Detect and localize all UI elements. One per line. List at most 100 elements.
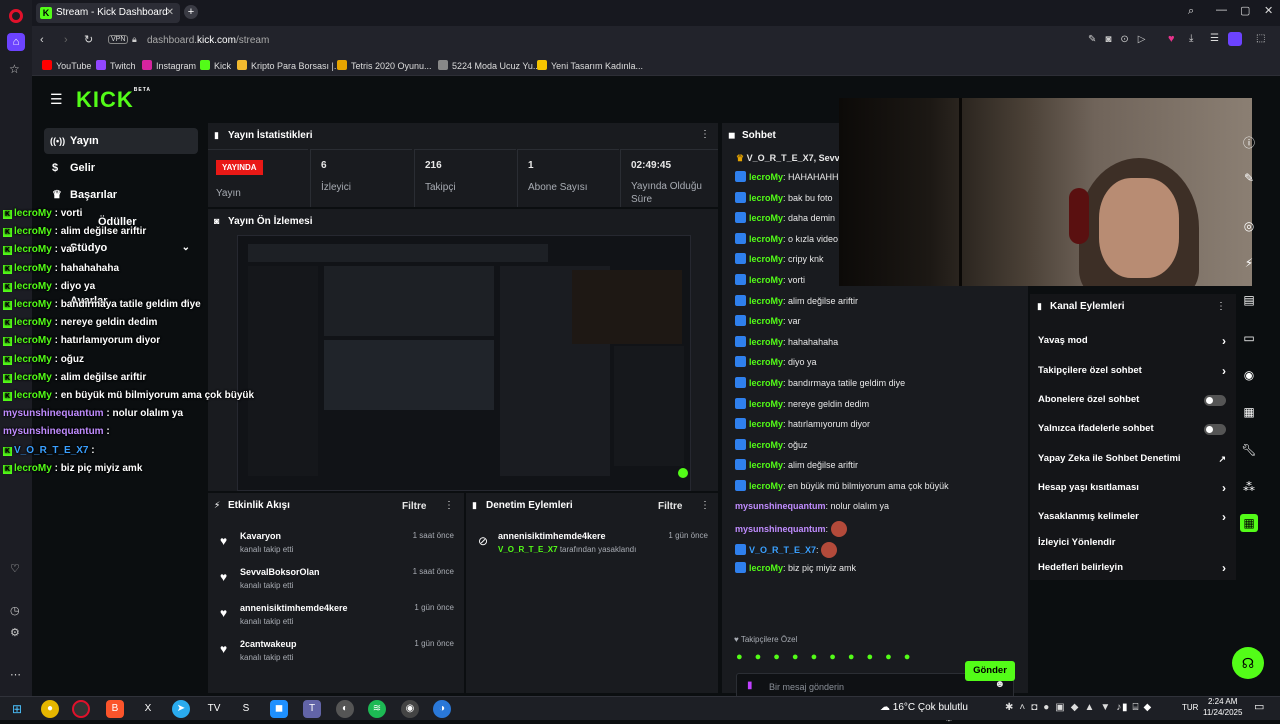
close-window-icon[interactable]: ✕ — [1264, 4, 1273, 17]
favorite-heart-icon[interactable]: ♥ — [1168, 33, 1175, 45]
chat-username[interactable]: lecroMy — [749, 193, 783, 203]
action-subscribers-only[interactable]: Abonelere özel sohbet — [1030, 389, 1236, 411]
help-headset-icon[interactable]: ☊ — [1232, 647, 1264, 679]
chat-username[interactable]: V_O_R_T_E_X7 — [749, 545, 816, 555]
hamburger-icon[interactable]: ☰ — [50, 91, 63, 108]
chat-username[interactable]: lecroMy — [749, 296, 783, 306]
spotify-icon[interactable]: ≋ — [368, 700, 386, 718]
app-edge-icon[interactable]: ◑ — [433, 700, 451, 718]
action-followers-only[interactable]: Takipçilere özel sohbet › — [1030, 360, 1236, 382]
tab-kick-dashboard[interactable]: K Stream - Kick Dashboard ✕ — [36, 3, 180, 23]
chat-username[interactable]: lecroMy — [749, 378, 783, 388]
star-icon[interactable]: ☆ — [9, 62, 20, 76]
toggle-switch[interactable] — [1204, 424, 1226, 435]
app-blue-icon[interactable]: ◼ — [270, 700, 288, 718]
download-icon[interactable]: ⤓ — [1189, 33, 1193, 44]
clock-date[interactable]: 11/24/2025 — [1203, 708, 1242, 717]
chat-rail-icon[interactable]: ▭ — [1240, 329, 1258, 347]
nav-yayin[interactable]: ((•)) Yayın — [44, 128, 198, 154]
chat-username[interactable]: lecroMy — [749, 316, 783, 326]
chrome-icon[interactable]: ● — [41, 700, 59, 718]
more-options-icon[interactable]: ⋮ — [444, 500, 454, 511]
chat-username[interactable]: lecroMy — [749, 357, 783, 367]
stream-preview-video[interactable] — [237, 235, 691, 491]
more-options-icon[interactable]: ⋮ — [700, 129, 710, 140]
action-banned-words[interactable]: Yasaklanmış kelimeler › — [1030, 506, 1236, 528]
bookmark-moda[interactable]: 5224 Moda Ucuz Yu... — [438, 60, 540, 71]
action-goals[interactable]: Hedefleri belirleyin › — [1030, 557, 1236, 579]
chat-username[interactable]: lecroMy — [749, 399, 783, 409]
tray-icons[interactable]: ✱˄◘●▣◆▲▼♪ — [1005, 702, 1127, 713]
forward-icon[interactable]: › — [64, 34, 68, 46]
chat-username[interactable]: mysunshinequantum — [735, 501, 826, 511]
action-account-age[interactable]: Hesap yaşı kısıtlaması › — [1030, 477, 1236, 499]
tradingview-icon[interactable]: TV — [205, 700, 223, 718]
url-field[interactable]: dashboard.kick.com/stream — [147, 35, 269, 46]
app-s-icon[interactable]: S — [237, 700, 255, 718]
action-ai-moderation[interactable]: Yapay Zeka ile Sohbet Denetimi ↗ — [1030, 448, 1236, 470]
broadcast-rail-icon[interactable]: ◉ — [1240, 366, 1258, 384]
bookmark-twitch[interactable]: Twitch — [96, 60, 136, 71]
bookmark-tetris[interactable]: Tetris 2020 Oyunu... — [337, 60, 432, 71]
reload-icon[interactable]: ↻ — [84, 33, 93, 46]
bookmark-crypto[interactable]: Kripto Para Borsası |... — [237, 60, 341, 71]
mic-icon[interactable]: ▮ — [747, 680, 753, 691]
bookmark-instagram[interactable]: Instagram — [142, 60, 196, 71]
clipboard-icon[interactable]: ▤ — [1240, 291, 1258, 309]
chat-username[interactable]: lecroMy — [749, 440, 783, 450]
teams-icon[interactable]: T — [303, 700, 321, 718]
target-icon[interactable]: ◎ — [1240, 217, 1258, 235]
kick-logo[interactable]: KICKBETA — [76, 87, 151, 113]
weather-widget[interactable]: ☁ 16°C Çok bulutlu — [880, 702, 968, 713]
notification-icon[interactable]: ▭ — [1254, 700, 1264, 713]
chat-username[interactable]: lecroMy — [749, 460, 783, 470]
chat-username[interactable]: lecroMy — [749, 172, 783, 182]
extensions-box-icon[interactable]: ⬚ — [1256, 33, 1265, 44]
bolt-rail-icon[interactable]: ⚡︎ — [1240, 254, 1258, 272]
telegram-icon[interactable]: ➤ — [172, 700, 190, 718]
minimize-icon[interactable]: — — [1216, 4, 1227, 16]
opera-logo-icon[interactable] — [9, 9, 23, 23]
tray-status-icons[interactable]: ▮⌸◆ — [1122, 702, 1156, 713]
bookmark-youtube[interactable]: YouTube — [42, 60, 91, 71]
x-icon[interactable]: X — [139, 700, 157, 718]
profile-icon[interactable] — [1228, 32, 1242, 46]
more-options-icon[interactable]: ⋮ — [1216, 301, 1226, 312]
activity-filter-button[interactable]: Filtre — [402, 501, 426, 512]
tab-close-icon[interactable]: ✕ — [166, 3, 174, 23]
chat-username[interactable]: lecroMy — [749, 337, 783, 347]
send-button[interactable]: Gönder — [965, 661, 1015, 681]
action-raid[interactable]: İzleyici Yönlendir — [1030, 532, 1236, 554]
history-icon[interactable]: ◷ — [10, 604, 20, 617]
info-icon[interactable]: ⓘ — [1240, 134, 1258, 152]
more-icon[interactable]: ⋯ — [10, 668, 21, 681]
more-options-icon[interactable]: ⋮ — [700, 500, 710, 511]
new-tab-icon[interactable]: + — [184, 5, 198, 19]
obs-icon[interactable]: ◉ — [401, 700, 419, 718]
settings-icon[interactable]: ⚙ — [10, 626, 20, 639]
chat-username[interactable]: lecroMy — [749, 275, 783, 285]
vpn-badge[interactable]: VPN — [108, 35, 129, 44]
moderation-filter-button[interactable]: Filtre — [658, 501, 682, 512]
menu-icon[interactable]: ☰ — [1210, 33, 1219, 44]
action-emote-only[interactable]: Yalnızca ifadelerle sohbet — [1030, 418, 1236, 440]
layout-icon[interactable]: ▦ — [1240, 403, 1258, 421]
action-slow-mode[interactable]: Yavaş mod › — [1030, 330, 1236, 352]
bookmark-kick[interactable]: Kick — [200, 60, 231, 71]
app-circle-icon[interactable]: ◐ — [336, 700, 354, 718]
toggle-switch[interactable] — [1204, 395, 1226, 406]
puzzle-icon[interactable]: ⁂ — [1240, 478, 1258, 496]
chat-username[interactable]: lecroMy — [749, 481, 783, 491]
chat-username[interactable]: lecroMy — [749, 213, 783, 223]
nav-basarilar[interactable]: ♛ Başarılar — [44, 182, 198, 208]
chat-username[interactable]: lecroMy — [749, 563, 783, 573]
language-indicator[interactable]: TUR — [1182, 703, 1198, 712]
chat-username[interactable]: mysunshinequantum — [735, 524, 826, 534]
nav-gelir[interactable]: $ Gelir — [44, 155, 198, 181]
opera-icon[interactable] — [72, 700, 90, 718]
back-icon[interactable]: ‹ — [40, 34, 44, 46]
wrench-icon[interactable]: 🔧︎ — [1240, 441, 1258, 459]
brave-icon[interactable]: B — [106, 700, 124, 718]
bookmark-tasarim[interactable]: Yeni Tasarım Kadınla... — [537, 60, 643, 71]
maximize-icon[interactable]: ▢ — [1240, 4, 1250, 17]
